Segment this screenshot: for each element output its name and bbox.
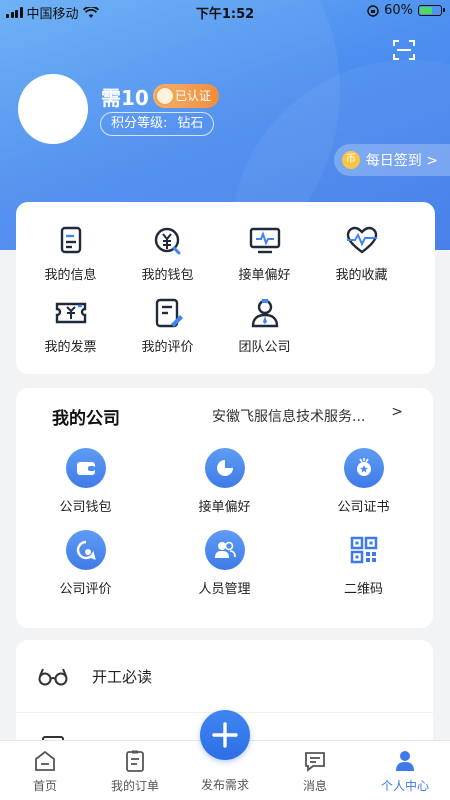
company-name-link[interactable]: 安徽飞服信息技术服务...	[212, 406, 382, 426]
battery-icon	[418, 5, 445, 16]
service-my-reviews[interactable]: 我的评价	[119, 296, 216, 368]
company-review[interactable]: 公司评价	[16, 530, 155, 612]
service-team-company[interactable]: 团队公司	[216, 296, 313, 368]
monitor-icon	[249, 227, 280, 254]
status-bar: 中国移动 下午1:52 60%	[0, 0, 450, 22]
publish-label: 发布需求	[200, 778, 249, 792]
review-icon	[155, 298, 183, 328]
chat-icon	[65, 530, 106, 570]
wallet-icon	[65, 448, 106, 488]
people-icon	[204, 530, 245, 570]
publish-button[interactable]	[200, 710, 250, 760]
my-company-card: 我的公司 安徽飞服信息技术服务... > 公司钱包 接单偏好 公司证书 公司评价	[16, 388, 433, 628]
battery-percent: 60%	[384, 3, 413, 18]
daily-checkin-button[interactable]: 币 每日签到 >	[333, 144, 450, 176]
service-my-info[interactable]: 我的信息	[22, 224, 119, 296]
service-my-wallet[interactable]: 我的钱包	[119, 224, 216, 296]
scan-icon[interactable]	[392, 38, 416, 62]
points-level: 积分等级: 钻石	[100, 112, 215, 136]
tab-my-orders[interactable]: 我的订单	[100, 749, 170, 794]
username: 需10	[101, 86, 149, 110]
service-my-favorites[interactable]: 我的收藏	[313, 224, 410, 296]
plus-icon	[212, 722, 238, 748]
company-grid: 公司钱包 接单偏好 公司证书 公司评价 人员管理 二维码	[16, 448, 433, 612]
company-qrcode[interactable]: 二维码	[294, 530, 433, 612]
tab-profile[interactable]: 个人中心	[370, 749, 440, 794]
pie-icon	[204, 448, 245, 488]
medal-icon	[155, 86, 175, 106]
coin-icon: 币	[341, 151, 360, 169]
document-icon	[60, 226, 81, 254]
invoice-icon	[55, 302, 86, 324]
service-order-preference[interactable]: 接单偏好	[216, 224, 313, 296]
list-item-start-work-guide[interactable]: 开工必读	[16, 646, 433, 706]
clipboard-icon	[126, 750, 144, 772]
services-grid: 我的信息 我的钱包 接单偏好 我的收藏 我的发票 我的评价 团队公司	[22, 224, 410, 368]
daily-checkin-label: 每日签到 >	[365, 153, 438, 169]
home-icon	[35, 750, 55, 771]
tab-home[interactable]: 首页	[10, 749, 80, 794]
verified-badge: 已认证	[153, 84, 220, 108]
services-card: 我的信息 我的钱包 接单偏好 我的收藏 我的发票 我的评价 团队公司	[16, 202, 435, 374]
service-my-invoice[interactable]: 我的发票	[22, 296, 119, 368]
avatar[interactable]	[18, 74, 88, 144]
company-certificate[interactable]: 公司证书	[294, 448, 433, 530]
team-icon	[251, 299, 278, 328]
orientation-lock-icon	[367, 4, 379, 17]
tab-messages[interactable]: 消息	[280, 749, 350, 794]
company-order-preference[interactable]: 接单偏好	[155, 448, 294, 530]
wallet-yen-icon	[154, 227, 180, 255]
company-staff-management[interactable]: 人员管理	[155, 530, 294, 612]
user-icon	[396, 751, 414, 771]
glasses-icon	[38, 668, 68, 686]
heart-pulse-icon	[346, 226, 377, 254]
message-icon	[305, 752, 325, 772]
company-section-title: 我的公司	[52, 409, 120, 429]
qrcode-icon	[350, 536, 377, 564]
chevron-right-icon[interactable]: >	[391, 404, 403, 420]
company-wallet[interactable]: 公司钱包	[16, 448, 155, 530]
medal-icon	[343, 448, 384, 488]
